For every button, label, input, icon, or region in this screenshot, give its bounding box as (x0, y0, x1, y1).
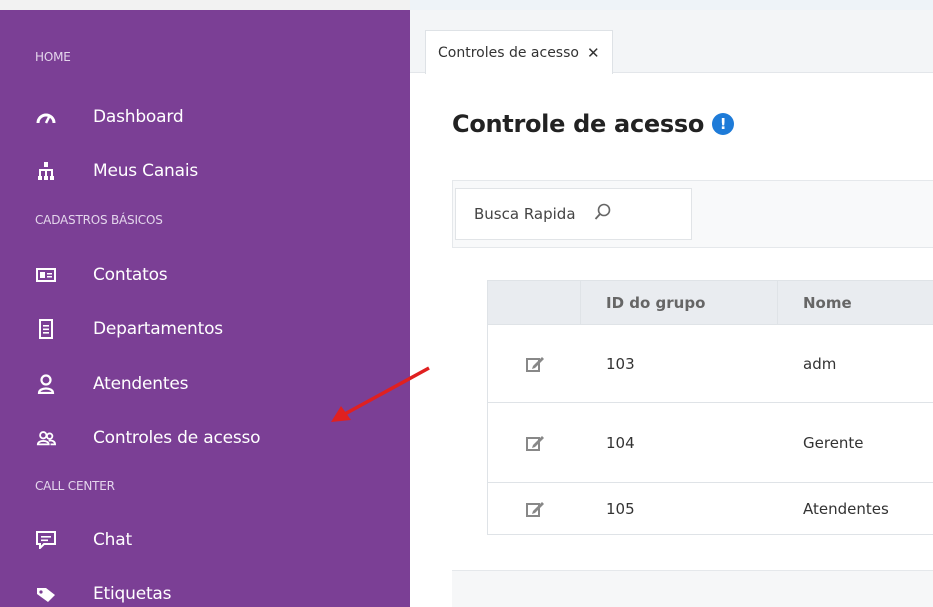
tab-label: Controles de acesso (438, 44, 579, 61)
page-title-text: Controle de acesso (452, 110, 705, 138)
sidebar-item-etiquetas[interactable]: Etiquetas (0, 573, 410, 607)
sidebar-item-label: Etiquetas (93, 584, 172, 604)
close-icon[interactable]: ✕ (587, 44, 600, 62)
column-header-nome[interactable]: Nome (778, 281, 933, 324)
sidebar-item-label: Chat (93, 530, 132, 550)
sidebar-item-label: Meus Canais (93, 161, 199, 181)
search-panel: Busca Rapida (452, 180, 933, 248)
cell-nome: Atendentes (803, 499, 889, 518)
sidebar-item-label: Contatos (93, 265, 168, 285)
quick-search-button[interactable]: Busca Rapida (455, 188, 692, 240)
cell-id: 104 (606, 433, 635, 452)
quick-search-label: Busca Rapida (474, 205, 576, 223)
section-label-home: HOME (35, 50, 71, 64)
users-group-icon (36, 428, 56, 448)
sidebar-item-label: Dashboard (93, 107, 184, 127)
table-row: 104 Gerente (488, 403, 933, 483)
sidebar-item-contatos[interactable]: Contatos (0, 254, 410, 296)
table-row: 103 adm (488, 325, 933, 403)
table-header: ID do grupo Nome (488, 281, 933, 325)
document-icon (36, 319, 56, 339)
table-row: 105 Atendentes (488, 483, 933, 535)
sidebar-item-label: Atendentes (93, 374, 189, 394)
column-header-actions (488, 281, 581, 324)
speedometer-icon (36, 107, 56, 127)
cell-nome: adm (803, 354, 837, 373)
chat-icon (36, 530, 56, 550)
cell-nome: Gerente (803, 433, 864, 452)
sidebar: HOME Dashboard Meus Canais CADASTROS BÁS… (0, 0, 410, 607)
edit-icon[interactable] (488, 325, 581, 402)
sidebar-item-chat[interactable]: Chat (0, 519, 410, 561)
sidebar-item-label: Departamentos (93, 319, 223, 339)
bottom-panel (452, 570, 933, 607)
user-icon (36, 374, 56, 394)
sidebar-item-dashboard[interactable]: Dashboard (0, 96, 410, 138)
sitemap-icon (36, 161, 56, 181)
id-card-icon (36, 265, 56, 285)
cell-id: 105 (606, 499, 635, 518)
tab-bar: Controles de acesso ✕ (410, 10, 933, 74)
sidebar-item-label: Controles de acesso (93, 428, 261, 448)
info-icon[interactable]: ! (712, 113, 735, 135)
top-strip (410, 0, 933, 10)
app-window: HOME Dashboard Meus Canais CADASTROS BÁS… (0, 0, 933, 607)
access-groups-table: ID do grupo Nome 103 adm 104 Gerente 105… (487, 280, 933, 535)
sidebar-item-departamentos[interactable]: Departamentos (0, 308, 410, 350)
section-label-cadastros: CADASTROS BÁSICOS (35, 213, 163, 227)
annotation-arrow (331, 366, 430, 422)
section-label-call-center: CALL CENTER (35, 479, 115, 493)
edit-icon[interactable] (488, 403, 581, 482)
tag-icon (36, 584, 56, 604)
sidebar-item-meus-canais[interactable]: Meus Canais (0, 150, 410, 192)
edit-icon[interactable] (488, 483, 581, 534)
cell-id: 103 (606, 354, 635, 373)
column-header-id[interactable]: ID do grupo (581, 281, 778, 324)
page-title: Controle de acesso ! (452, 110, 735, 138)
tab-controles-de-acesso[interactable]: Controles de acesso ✕ (425, 30, 613, 74)
search-icon (594, 203, 612, 225)
